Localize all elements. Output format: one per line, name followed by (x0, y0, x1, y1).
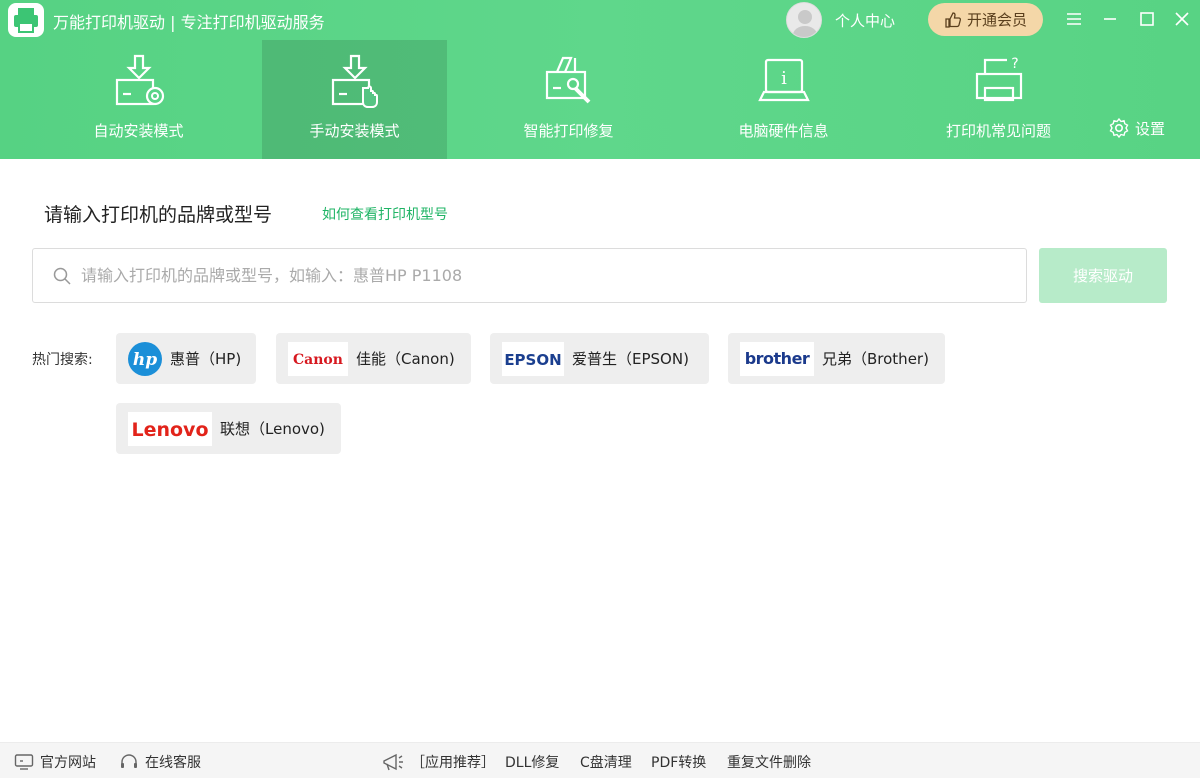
online-support-label: 在线客服 (145, 755, 201, 771)
hot-brand-brother[interactable]: brother 兄弟（Brother) (728, 333, 945, 384)
brand-label: 爱普生（EPSON) (572, 350, 689, 368)
print-repair-icon (545, 56, 590, 104)
canon-logo: Canon (288, 341, 348, 376)
nav-label: 自动安装模式 (93, 122, 184, 140)
hot-brand-lenovo[interactable]: Lenovo 联想（Lenovo) (116, 403, 341, 454)
svg-text:hp: hp (133, 350, 157, 370)
brand-label: 惠普（HP) (170, 350, 242, 368)
brand-label: 佳能（Canon) (356, 350, 455, 368)
how-to-find-model-link[interactable]: 如何查看打印机型号 (322, 204, 448, 224)
nav-label: 电脑硬件信息 (738, 122, 829, 140)
search-input[interactable] (81, 249, 1011, 302)
megaphone-icon (383, 753, 403, 771)
svg-text:brother: brother (745, 349, 810, 368)
nav-printer-faq[interactable]: ? 打印机常见问题 (906, 40, 1091, 159)
vip-button[interactable]: 开通会员 (928, 3, 1043, 36)
maximize-icon[interactable] (1136, 8, 1158, 30)
title-bar: 万能打印机驱动 | 专注打印机驱动服务 个人中心 开通会员 (0, 0, 1200, 40)
epson-logo: EPSON (502, 341, 564, 376)
gear-icon (1109, 117, 1129, 139)
app-title: 万能打印机驱动 | 专注打印机驱动服务 (53, 13, 325, 32)
hardware-info-icon: i (757, 58, 810, 102)
hot-brand-epson[interactable]: EPSON 爱普生（EPSON) (490, 333, 709, 384)
monitor-icon (14, 754, 34, 770)
settings-label: 设置 (1135, 119, 1166, 138)
nav-label: 智能打印修复 (523, 122, 614, 140)
svg-text:Lenovo: Lenovo (131, 419, 208, 441)
auto-install-icon (115, 54, 164, 106)
nav-print-repair[interactable]: 智能打印修复 (476, 40, 661, 159)
nav-auto-install[interactable]: 自动安装模式 (46, 40, 231, 159)
official-website-label: 官方网站 (40, 755, 96, 771)
search-box (32, 248, 1027, 303)
avatar[interactable] (786, 2, 822, 38)
lenovo-logo: Lenovo (128, 411, 212, 446)
close-icon[interactable] (1171, 8, 1193, 30)
nav-label: 手动安装模式 (309, 122, 400, 140)
duplicate-file-delete-link[interactable]: 重复文件删除 (727, 752, 811, 772)
search-icon (53, 267, 71, 285)
hot-search-label: 热门搜索: (32, 352, 93, 368)
thumbs-up-icon (945, 11, 961, 28)
page-title: 请输入打印机的品牌或型号 (44, 204, 273, 226)
c-drive-clean-link[interactable]: C盘清理 (580, 752, 632, 772)
dll-fix-link[interactable]: DLL修复 (505, 752, 559, 772)
printer-faq-icon: ? (975, 56, 1022, 102)
menu-icon[interactable] (1063, 8, 1085, 30)
official-website-link[interactable]: 官方网站 (14, 752, 96, 772)
user-center-link[interactable]: 个人中心 (835, 10, 895, 31)
svg-text:?: ? (1011, 56, 1018, 72)
app-recommend-label: ［应用推荐］ (411, 755, 495, 771)
online-support-link[interactable]: 在线客服 (119, 752, 201, 772)
brand-label: 联想（Lenovo) (220, 420, 325, 438)
hot-brand-hp[interactable]: hp 惠普（HP) (116, 333, 256, 384)
app-recommend[interactable]: ［应用推荐］ (381, 752, 495, 772)
nav-label: 打印机常见问题 (945, 122, 1051, 140)
manual-install-icon (331, 54, 378, 108)
nav-hardware-info[interactable]: i 电脑硬件信息 (691, 40, 876, 159)
settings-button[interactable]: 设置 (1108, 117, 1165, 139)
svg-text:EPSON: EPSON (504, 351, 561, 369)
main-nav: 自动安装模式 手动安装模式 智能打印修复 i 电脑硬件信息 ? 打印机常见问题 (0, 40, 1200, 159)
status-footer: 官方网站 在线客服 ［应用推荐］ DLL修复 C盘清理 PDF转换 重复文件删除 (0, 742, 1200, 778)
svg-text:Canon: Canon (293, 352, 343, 368)
nav-manual-install[interactable]: 手动安装模式 (262, 40, 447, 159)
app-logo-icon (8, 3, 44, 37)
search-driver-button[interactable]: 搜索驱动 (1039, 248, 1167, 303)
hp-logo: hp (128, 341, 162, 376)
minimize-icon[interactable] (1099, 8, 1121, 30)
vip-label: 开通会员 (966, 11, 1027, 29)
headset-icon (121, 754, 137, 768)
hot-brand-canon[interactable]: Canon 佳能（Canon) (276, 333, 471, 384)
app-header: 万能打印机驱动 | 专注打印机驱动服务 个人中心 开通会员 自动安装模式 手动安… (0, 0, 1200, 159)
brother-logo: brother (740, 341, 814, 376)
pdf-convert-link[interactable]: PDF转换 (651, 752, 706, 772)
svg-text:i: i (781, 68, 787, 89)
brand-label: 兄弟（Brother) (822, 350, 929, 368)
